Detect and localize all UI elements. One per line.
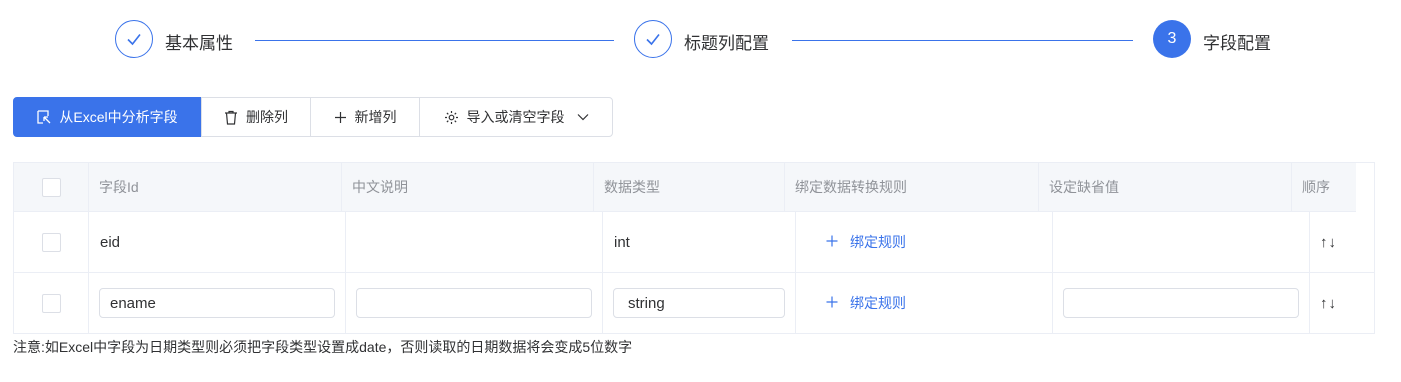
import-clear-label: 导入或清空字段 [466, 109, 565, 125]
row-select-cell [14, 212, 89, 272]
header-order: 顺序 [1302, 179, 1330, 195]
data-type-cell [603, 273, 796, 333]
table-row: 绑定规则 ↑↓ [14, 273, 1374, 334]
fields-table: 字段Id 中文说明 数据类型 绑定数据转换规则 设定缺省值 顺序 eid int… [13, 162, 1375, 334]
header-default-value: 设定缺省值 [1039, 163, 1292, 211]
bind-rule-cell: 绑定规则 [796, 212, 1053, 272]
header-description: 中文说明 [342, 163, 594, 211]
row-checkbox[interactable] [41, 293, 61, 313]
field-id-text: eid [89, 212, 346, 272]
bind-rule-link[interactable]: 绑定规则 [826, 293, 906, 313]
sort-arrows-icon[interactable]: ↑↓ [1320, 295, 1337, 312]
step-1-check-icon [115, 20, 153, 58]
step-2-label: 标题列配置 [684, 34, 769, 53]
analyze-excel-button[interactable]: 从Excel中分析字段 [13, 97, 202, 137]
add-column-button[interactable]: 新增列 [310, 97, 420, 137]
select-area-icon [37, 110, 51, 124]
row-checkbox[interactable] [41, 232, 61, 252]
gear-icon [444, 110, 459, 125]
data-type-text: int [603, 212, 796, 272]
delete-column-label: 删除列 [246, 109, 288, 125]
plus-icon [334, 111, 347, 124]
field-id-cell [89, 273, 346, 333]
import-clear-dropdown[interactable]: 导入或清空字段 [419, 97, 613, 137]
bind-rule-cell: 绑定规则 [796, 273, 1053, 333]
table-row: eid int 绑定规则 ↑↓ [14, 212, 1374, 273]
analyze-excel-label: 从Excel中分析字段 [59, 109, 178, 125]
step-3-number: 3 [1153, 20, 1191, 58]
table-header: 字段Id 中文说明 数据类型 绑定数据转换规则 设定缺省值 顺序 [14, 163, 1356, 212]
trash-icon [224, 110, 238, 125]
date-type-note: 注意:如Excel中字段为日期类型则必须把字段类型设置成date，否则读取的日期… [13, 339, 633, 355]
delete-column-button[interactable]: 删除列 [201, 97, 311, 137]
bind-rule-label: 绑定规则 [850, 295, 906, 311]
bind-rule-link[interactable]: 绑定规则 [826, 232, 906, 252]
header-field-id: 字段Id [89, 163, 342, 211]
plus-icon [826, 234, 838, 250]
select-all-checkbox[interactable] [41, 177, 61, 197]
description-cell [346, 273, 603, 333]
sort-cell: ↑↓ [1310, 212, 1374, 272]
header-data-type: 数据类型 [594, 163, 785, 211]
default-value-cell [1053, 212, 1310, 272]
select-all-cell [14, 163, 89, 211]
step-1-label: 基本属性 [165, 34, 233, 53]
plus-icon [826, 295, 838, 311]
step-connector-1 [255, 40, 614, 41]
default-value-cell [1053, 273, 1310, 333]
description-input[interactable] [356, 288, 592, 318]
sort-cell: ↑↓ [1310, 273, 1374, 333]
sort-arrows-icon[interactable]: ↑↓ [1320, 234, 1337, 251]
step-3-label: 字段配置 [1203, 34, 1271, 53]
field-id-input[interactable] [99, 288, 335, 318]
description-cell [346, 212, 603, 272]
default-value-input[interactable] [1063, 288, 1299, 318]
step-2-check-icon [634, 20, 672, 58]
add-column-label: 新增列 [354, 109, 397, 125]
step-connector-2 [792, 40, 1133, 41]
data-type-input[interactable] [613, 288, 785, 318]
chevron-down-icon [577, 113, 589, 121]
bind-rule-label: 绑定规则 [850, 234, 906, 250]
header-bind-rule: 绑定数据转换规则 [785, 163, 1039, 211]
toolbar: 从Excel中分析字段 删除列 新增列 导入或清空字段 [13, 97, 613, 137]
row-select-cell [14, 273, 89, 333]
steps-bar: 基本属性 标题列配置 3 字段配置 [0, 0, 1401, 82]
